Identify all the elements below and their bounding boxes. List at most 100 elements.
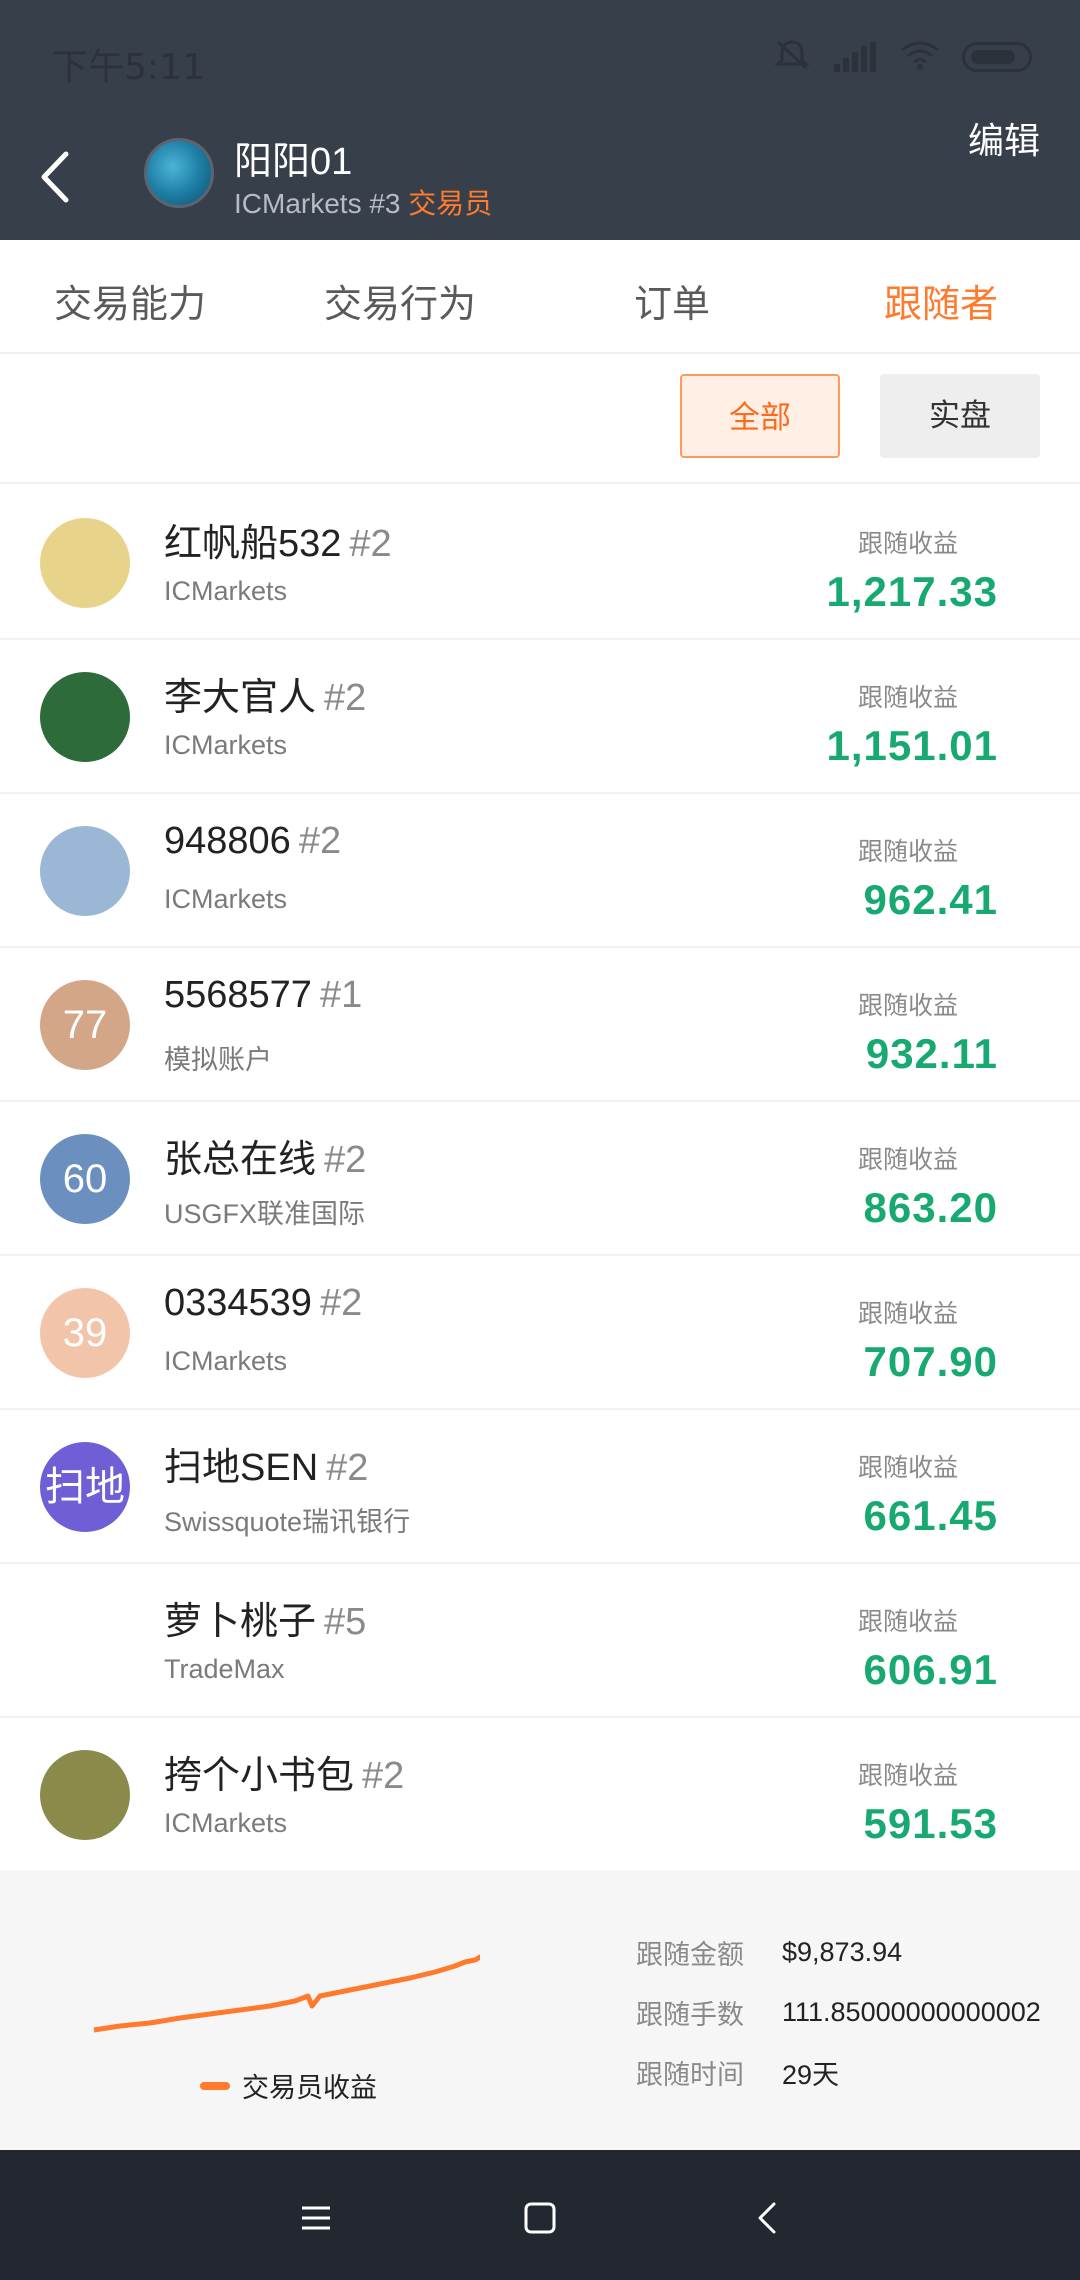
follower-name: 萝卜桃子 <box>164 1601 317 1643</box>
tab-trading-ability[interactable]: 交易能力 <box>54 254 206 354</box>
menu-button[interactable] <box>286 2188 346 2248</box>
follower-broker: ICMarkets <box>164 576 288 606</box>
follower-row[interactable]: 红帆船532 #2 ICMarkets 跟随收益 1,217.33 <box>0 486 1080 640</box>
follow-profit-value: 661.45 <box>863 1492 998 1539</box>
tab-followers[interactable]: 跟随者 <box>884 254 998 354</box>
follower-name-line: 0334539 #2 <box>164 1282 362 1325</box>
tab-trading-behavior[interactable]: 交易行为 <box>324 254 476 354</box>
follow-profit-label: 跟随收益 <box>857 991 958 1020</box>
follower-name: 5568577 <box>164 974 312 1016</box>
stat-follow-amount: 跟随金额 $9,873.94 <box>636 1922 1041 1982</box>
follower-row[interactable]: 60 张总在线 #2 USGFX联准国际 跟随收益 863.20 <box>0 1102 1080 1256</box>
follower-avatar: 60 <box>40 1134 130 1224</box>
trader-profit-line <box>93 1954 480 2033</box>
follow-profit-label: 跟随收益 <box>857 683 958 712</box>
follower-name: 挎个小书包 <box>164 1755 355 1797</box>
stat-label: 跟随时间 <box>636 2059 744 2091</box>
trader-subtitle: ICMarkets #3 交易员 <box>234 182 492 222</box>
follow-profit-value: 606.91 <box>863 1646 998 1693</box>
follower-rank: #2 <box>324 677 367 719</box>
follow-profit-label: 跟随收益 <box>857 1145 958 1174</box>
stat-label: 跟随手数 <box>636 1999 744 2031</box>
signal-icon <box>834 42 878 72</box>
follower-broker: 模拟账户 <box>164 1045 272 1075</box>
follow-profit-label: 跟随收益 <box>857 529 958 558</box>
chevron-left-icon <box>41 151 69 203</box>
follower-avatar <box>40 1750 130 1840</box>
follower-row[interactable]: 77 5568577 #1 模拟账户 跟随收益 932.11 <box>0 948 1080 1102</box>
follower-row[interactable]: 挎个小书包 #2 ICMarkets 跟随收益 591.53 <box>0 1718 1080 1872</box>
follower-list: 红帆船532 #2 ICMarkets 跟随收益 1,217.33 李大官人 #2 … <box>0 486 1080 1872</box>
follower-row[interactable]: 李大官人 #2 ICMarkets 跟随收益 1,151.01 <box>0 640 1080 794</box>
trader-name: 阳阳01 <box>234 141 353 183</box>
follower-row[interactable]: 39 0334539 #2 ICMarkets 跟随收益 707.90 <box>0 1256 1080 1410</box>
follower-name-line: 萝卜桃子 #5 <box>164 1590 366 1645</box>
follower-broker: ICMarkets <box>164 884 288 914</box>
follow-profit-label: 跟随收益 <box>857 1299 958 1328</box>
follower-row[interactable]: 萝卜桃子 #5 TradeMax 跟随收益 606.91 <box>0 1564 1080 1718</box>
follower-rank: #2 <box>324 1139 367 1181</box>
follower-name-line: 5568577 #1 <box>164 974 362 1017</box>
wifi-icon <box>900 40 940 74</box>
follower-avatar: 39 <box>40 1288 130 1378</box>
trader-profit-chart <box>93 1954 480 2033</box>
follower-broker: USGFX联准国际 <box>164 1199 366 1229</box>
follower-rank: #2 <box>298 820 342 862</box>
filter-all-button[interactable]: 全部 <box>680 374 840 458</box>
home-button[interactable] <box>510 2188 570 2248</box>
follower-name: 0334539 <box>164 1282 312 1324</box>
filter-bar: 全部 实盘 <box>0 354 1080 484</box>
follower-name-line: 扫地SEN #2 <box>164 1436 368 1491</box>
follow-profit-value: 707.90 <box>863 1338 998 1385</box>
follower-row[interactable]: 948806 #2 ICMarkets 跟随收益 962.41 <box>0 794 1080 948</box>
follow-profit-value: 932.11 <box>865 1030 998 1077</box>
follower-broker: TradeMax <box>164 1654 285 1684</box>
follower-broker: ICMarkets <box>164 1346 288 1376</box>
follower-rank: #2 <box>319 1282 363 1324</box>
follower-name: 红帆船532 <box>164 523 342 565</box>
app-header: 下午5:11 阳阳01 ICMarkets #3 交易员 编辑 <box>0 0 1080 240</box>
follow-profit-label: 跟随收益 <box>857 1761 958 1790</box>
stat-value: 29天 <box>782 2059 840 2090</box>
tab-bar: 交易能力 交易行为 订单 跟随者 <box>0 254 1080 354</box>
follower-broker: ICMarkets <box>164 1808 288 1838</box>
system-nav-bar <box>0 2150 1080 2280</box>
follower-name: 张总在线 <box>164 1139 317 1181</box>
follower-name: 扫地SEN <box>164 1447 319 1489</box>
follower-name-line: 李大官人 #2 <box>164 666 366 721</box>
stat-value: $9,873.94 <box>782 1936 903 1967</box>
filter-live-button[interactable]: 实盘 <box>880 374 1040 458</box>
follow-profit-value: 962.41 <box>863 876 998 923</box>
follower-broker: Swissquote瑞讯银行 <box>164 1507 411 1537</box>
follow-summary: 交易员收益 跟随金额 $9,873.94 跟随手数 111.8500000000… <box>0 1870 1080 2150</box>
status-time: 下午5:11 <box>52 47 205 88</box>
follower-rank: #1 <box>319 974 363 1016</box>
legend-label: 交易员收益 <box>242 2073 377 2104</box>
trader-avatar <box>144 138 214 208</box>
follower-name-line: 张总在线 #2 <box>164 1128 366 1183</box>
stat-label: 跟随金额 <box>636 1939 744 1971</box>
follower-rank: #5 <box>324 1601 367 1643</box>
chevron-left-icon <box>758 2202 776 2234</box>
follow-stats: 跟随金额 $9,873.94 跟随手数 111.85000000000002 跟… <box>636 1922 1041 2102</box>
follower-broker: ICMarkets <box>164 730 288 760</box>
follower-avatar <box>40 826 130 916</box>
follower-avatar <box>40 672 130 762</box>
follow-profit-value: 591.53 <box>863 1800 998 1847</box>
edit-button[interactable]: 编辑 <box>968 112 1040 164</box>
follower-row[interactable]: 扫地 扫地SEN #2 Swissquote瑞讯银行 跟随收益 661.45 <box>0 1410 1080 1564</box>
follow-profit-label: 跟随收益 <box>857 1607 958 1636</box>
follower-name-line: 红帆船532 #2 <box>164 512 392 567</box>
tab-orders[interactable]: 订单 <box>634 254 710 354</box>
follower-avatar <box>40 1596 130 1686</box>
nav-back-button[interactable] <box>738 2188 798 2248</box>
follower-rank: #2 <box>362 1755 405 1797</box>
follower-avatar: 77 <box>40 980 130 1070</box>
follower-avatar: 扫地 <box>40 1442 130 1532</box>
stat-follow-time: 跟随时间 29天 <box>636 2042 1041 2102</box>
stat-follow-lots: 跟随手数 111.85000000000002 <box>636 1982 1041 2042</box>
follow-profit-label: 跟随收益 <box>857 1453 958 1482</box>
follow-profit-value: 863.20 <box>863 1184 998 1231</box>
back-button[interactable] <box>32 142 82 212</box>
follower-name: 李大官人 <box>164 677 317 719</box>
